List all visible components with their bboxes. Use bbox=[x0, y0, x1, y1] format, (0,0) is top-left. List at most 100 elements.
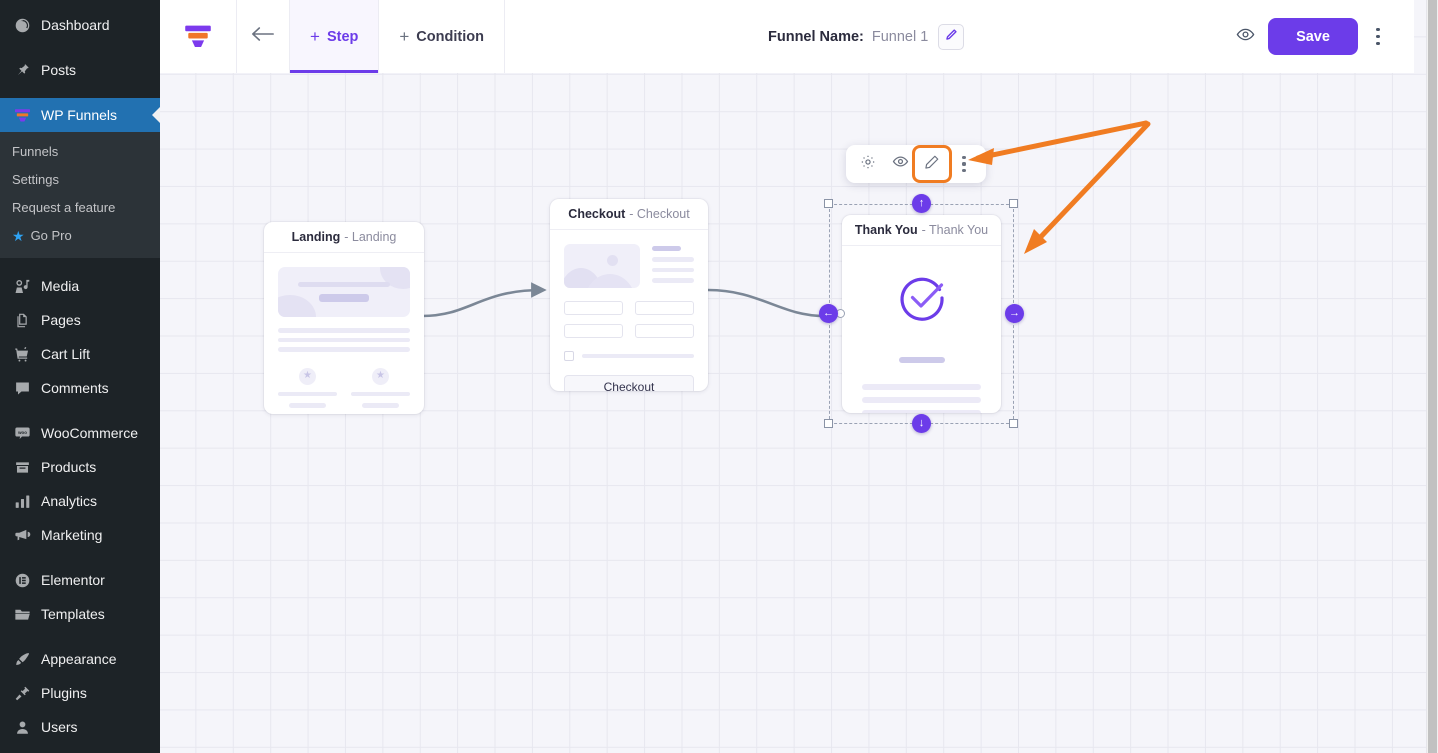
arrow-right-icon: → bbox=[1009, 307, 1020, 319]
preview-funnel-button[interactable] bbox=[1226, 18, 1264, 56]
sidebar-item-analytics[interactable]: Analytics bbox=[0, 484, 160, 518]
tab-add-condition[interactable]: + Condition bbox=[379, 0, 505, 73]
node-header: Checkout - Checkout bbox=[550, 199, 708, 230]
submenu-label: Go Pro bbox=[30, 228, 72, 243]
back-button[interactable] bbox=[237, 0, 290, 73]
node-title: Thank You bbox=[854, 223, 918, 237]
edit-funnel-name-button[interactable] bbox=[938, 23, 965, 50]
pencil-icon bbox=[945, 28, 958, 45]
hero-placeholder bbox=[278, 267, 410, 317]
sidebar-item-users[interactable]: Users bbox=[0, 710, 160, 744]
node-settings-button[interactable] bbox=[852, 149, 884, 179]
funnel-node-thankyou[interactable]: Thank You - Thank You bbox=[842, 215, 1001, 413]
sidebar-item-label: Templates bbox=[41, 606, 105, 622]
svg-text:woo: woo bbox=[17, 429, 27, 434]
sidebar-item-label: Pages bbox=[41, 312, 81, 328]
sidebar-item-label: Elementor bbox=[41, 572, 105, 588]
funnel-name-group: Funnel Name: Funnel 1 bbox=[768, 0, 965, 73]
text-placeholder-lines bbox=[862, 384, 981, 413]
plus-icon: + bbox=[399, 27, 410, 46]
sidebar-item-dashboard[interactable]: Dashboard bbox=[0, 8, 160, 42]
sidebar-item-wp-funnels[interactable]: WP Funnels bbox=[0, 98, 160, 132]
node-title: Checkout bbox=[568, 207, 626, 221]
funnel-name-value: Funnel 1 bbox=[871, 28, 929, 45]
node-subtitle: - Checkout bbox=[629, 207, 690, 221]
eye-icon bbox=[1236, 25, 1255, 49]
sidebar-item-plugins[interactable]: Plugins bbox=[0, 676, 160, 710]
selection-handle-bottom-left[interactable] bbox=[824, 419, 833, 428]
success-check-icon bbox=[896, 272, 948, 329]
sidebar-item-products[interactable]: Products bbox=[0, 450, 160, 484]
star-icon: ★ bbox=[299, 367, 316, 385]
submenu-item-settings[interactable]: Settings bbox=[0, 166, 160, 194]
selection-handle-top-right[interactable] bbox=[1009, 199, 1018, 208]
node-more-button[interactable] bbox=[948, 149, 980, 179]
scrollbar-thumb[interactable] bbox=[1428, 0, 1437, 753]
node-title: Landing bbox=[291, 230, 341, 244]
sidebar-item-templates[interactable]: Templates bbox=[0, 597, 160, 631]
form-field-placeholder bbox=[564, 301, 623, 315]
sidebar-item-woocommerce[interactable]: woo WooCommerce bbox=[0, 416, 160, 450]
analytics-icon bbox=[12, 491, 32, 511]
submenu-label: Request a feature bbox=[12, 200, 116, 215]
node-preview: ★ ★ Call To Action bbox=[264, 253, 424, 414]
sidebar-item-comments[interactable]: Comments bbox=[0, 371, 160, 405]
add-step-left-arrow[interactable]: ← bbox=[819, 304, 838, 323]
submenu-item-request-a-feature[interactable]: Request a feature bbox=[0, 194, 160, 222]
sidebar-item-label: WP Funnels bbox=[41, 107, 117, 123]
add-step-down-arrow[interactable]: ↓ bbox=[912, 414, 931, 433]
node-subtitle: - Landing bbox=[344, 230, 397, 244]
sidebar-item-media[interactable]: Media bbox=[0, 269, 160, 303]
node-action-toolbar[interactable] bbox=[846, 145, 986, 183]
form-field-placeholder bbox=[635, 301, 694, 315]
tab-label: Condition bbox=[416, 28, 484, 45]
funnel-builder-main: Landing - Landing ★ ★ Checkout - Checkou… bbox=[160, 0, 1438, 753]
page-scrollbar[interactable] bbox=[1427, 0, 1438, 753]
star-icon: ★ bbox=[372, 367, 389, 385]
tab-add-step[interactable]: + Step bbox=[290, 0, 380, 73]
add-step-right-arrow[interactable]: → bbox=[1005, 304, 1024, 323]
form-field-placeholder bbox=[564, 324, 623, 338]
eye-icon bbox=[892, 153, 909, 175]
sidebar-item-pages[interactable]: Pages bbox=[0, 303, 160, 337]
submenu-item-funnels[interactable]: Funnels bbox=[0, 138, 160, 166]
save-button[interactable]: Save bbox=[1268, 18, 1358, 55]
funnel-node-landing[interactable]: Landing - Landing ★ ★ bbox=[264, 222, 424, 414]
selection-handle-bottom-right[interactable] bbox=[1009, 419, 1018, 428]
submenu-item-go-pro[interactable]: ★ Go Pro bbox=[0, 222, 160, 250]
sidebar-item-elementor[interactable]: Elementor bbox=[0, 563, 160, 597]
cart-icon bbox=[12, 344, 32, 364]
submenu-label: Funnels bbox=[12, 144, 59, 159]
sidebar-item-cart-lift[interactable]: Cart Lift bbox=[0, 337, 160, 371]
sidebar-item-label: Analytics bbox=[41, 493, 98, 509]
funnel-node-checkout[interactable]: Checkout - Checkout Checkout bbox=[550, 199, 708, 391]
woo-icon: woo bbox=[12, 423, 32, 443]
arrow-left-icon bbox=[251, 24, 275, 49]
node-preview: Checkout bbox=[550, 230, 708, 391]
plug-icon bbox=[12, 683, 32, 703]
sidebar-item-appearance[interactable]: Appearance bbox=[0, 642, 160, 676]
form-field-placeholder bbox=[635, 324, 694, 338]
sidebar-item-label: Posts bbox=[41, 62, 77, 78]
sidebar-item-marketing[interactable]: Marketing bbox=[0, 518, 160, 552]
node-edit-button[interactable] bbox=[912, 145, 952, 183]
hero-blob-left bbox=[278, 295, 316, 317]
sidebar-item-label: Marketing bbox=[41, 527, 103, 543]
star-icon: ★ bbox=[12, 228, 25, 244]
add-step-up-arrow[interactable]: ↑ bbox=[912, 194, 931, 213]
selection-handle-top-left[interactable] bbox=[824, 199, 833, 208]
sidebar-item-posts[interactable]: Posts bbox=[0, 53, 160, 87]
sidebar-item-tools[interactable]: Tools bbox=[0, 744, 160, 753]
topbar-actions: Save bbox=[1226, 0, 1414, 73]
checkout-text-lines bbox=[652, 244, 694, 288]
node-header: Landing - Landing bbox=[264, 222, 424, 253]
sidebar-item-label: Dashboard bbox=[41, 17, 110, 33]
sidebar-item-label: Cart Lift bbox=[41, 346, 91, 362]
admin-sidebar: Dashboard Posts WP Funnels Funnels Setti… bbox=[0, 0, 160, 753]
wp-funnels-logo[interactable] bbox=[160, 0, 237, 73]
node-subtitle: - Thank You bbox=[921, 223, 989, 237]
arrow-down-icon: ↓ bbox=[918, 417, 925, 429]
topbar-more-button[interactable] bbox=[1360, 18, 1396, 56]
pencil-icon bbox=[924, 154, 940, 175]
node-preview-button[interactable] bbox=[884, 149, 916, 179]
